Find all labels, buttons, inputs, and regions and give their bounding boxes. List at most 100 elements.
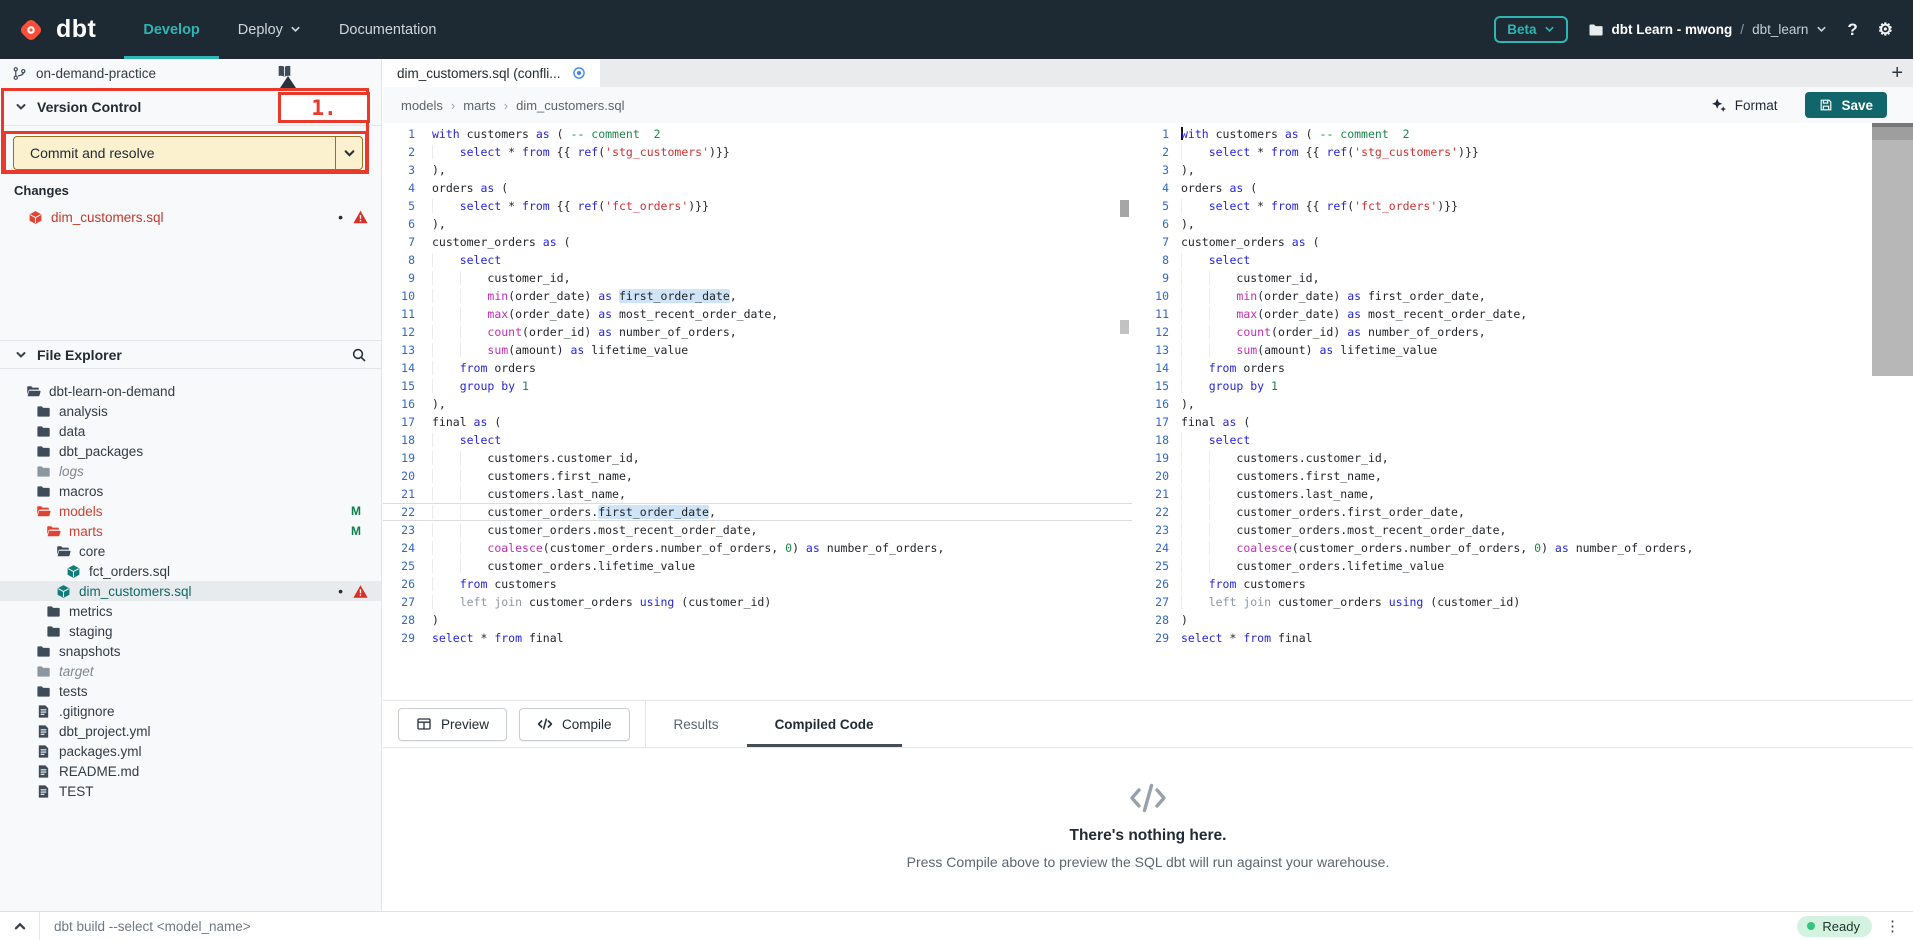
tree-item-TEST[interactable]: TEST [0, 781, 381, 801]
search-icon[interactable] [351, 347, 367, 363]
code-text: coalesce(customer_orders.number_of_order… [424, 539, 944, 557]
commit-and-resolve-button[interactable]: Commit and resolve [13, 136, 363, 170]
tree-item-dim_customers.sql[interactable]: dim_customers.sql• [0, 581, 381, 601]
help-icon[interactable]: ? [1847, 20, 1857, 40]
breadcrumb-models[interactable]: models [401, 98, 443, 113]
command-bar-toggle[interactable] [0, 912, 40, 940]
dbt-logo[interactable]: dbt [0, 0, 124, 59]
tree-item-tests[interactable]: tests [0, 681, 381, 701]
tree-item-analysis[interactable]: analysis [0, 401, 381, 421]
tree-item-staging[interactable]: staging [0, 621, 381, 641]
tab-results[interactable]: Results [646, 701, 747, 747]
code-line-22: 22 customer_orders.first_order_date, [1150, 503, 1913, 521]
tree-item-snapshots[interactable]: snapshots [0, 641, 381, 661]
line-number: 6 [383, 215, 424, 233]
left-pane-scrollbar[interactable] [1119, 123, 1130, 700]
unsaved-dot-icon: • [338, 584, 343, 598]
code-line-8: 8 select [1150, 251, 1913, 269]
line-number: 4 [1150, 179, 1174, 197]
compile-button[interactable]: Compile [519, 708, 630, 741]
chevron-down-icon [290, 24, 301, 35]
editor-pane-left[interactable]: 1with customers as ( -- comment 22 selec… [383, 123, 1132, 700]
code-line-3: 3), [383, 161, 1132, 179]
code-line-2: 2 select * from {{ ref('stg_customers')}… [1150, 143, 1913, 161]
save-button[interactable]: Save [1805, 92, 1887, 118]
tree-item-marts[interactable]: martsM [0, 521, 381, 541]
code-line-28: 28) [383, 611, 1132, 629]
code-text: customers.customer_id, [424, 449, 640, 467]
git-branch-row[interactable]: on-demand-practice [0, 59, 381, 88]
kebab-menu-icon[interactable]: ⋮ [1885, 917, 1900, 935]
line-number: 25 [1150, 557, 1174, 575]
tree-item-dbt_project.yml[interactable]: dbt_project.yml [0, 721, 381, 741]
save-icon [1819, 98, 1833, 112]
command-input[interactable]: dbt build --select <model_name> [40, 919, 1797, 934]
code-line-5: 5 select * from {{ ref('fct_orders')}} [1150, 197, 1913, 215]
main-area: dim_customers.sql (confli... + models › … [383, 59, 1913, 911]
editor-pane-right[interactable]: 1with customers as ( -- comment 22 selec… [1150, 123, 1913, 700]
tree-item-dbt_packages[interactable]: dbt_packages [0, 441, 381, 461]
popover-arrow [280, 76, 296, 88]
breadcrumb-marts[interactable]: marts [463, 98, 496, 113]
project-selector[interactable]: dbt Learn - mwong / dbt_learn [1588, 22, 1828, 38]
code-text: customer_id, [1174, 269, 1320, 287]
tree-item-label: TEST [59, 784, 94, 799]
folder-open-icon [26, 384, 41, 399]
folder-icon [36, 464, 51, 479]
code-line-23: 23 customer_orders.most_recent_order_dat… [1150, 521, 1913, 539]
dbt-logo-text: dbt [56, 15, 96, 44]
compile-label: Compile [562, 717, 612, 732]
editor-tabbar: dim_customers.sql (confli... + [383, 59, 1913, 87]
file-icon [36, 764, 51, 779]
file-explorer-header[interactable]: File Explorer [0, 340, 381, 369]
file-icon [36, 744, 51, 759]
tree-item-label: core [79, 544, 105, 559]
tree-item-fct_orders.sql[interactable]: fct_orders.sql [0, 561, 381, 581]
gear-icon[interactable]: ⚙ [1878, 20, 1893, 40]
new-tab-button[interactable]: + [1891, 59, 1903, 87]
right-pane-scrollbar[interactable] [1872, 123, 1913, 376]
code-line-18: 18 select [383, 431, 1132, 449]
code-line-17: 17final as ( [383, 413, 1132, 431]
code-line-25: 25 customer_orders.lifetime_value [383, 557, 1132, 575]
code-line-15: 15 group by 1 [1150, 377, 1913, 395]
folder-icon [1588, 22, 1604, 38]
line-number: 13 [1150, 341, 1174, 359]
cube-icon [56, 584, 71, 599]
preview-button[interactable]: Preview [398, 708, 507, 741]
breadcrumb-file[interactable]: dim_customers.sql [516, 98, 624, 113]
tree-item-macros[interactable]: macros [0, 481, 381, 501]
changes-item-dim_customers.sql[interactable]: dim_customers.sql• [0, 206, 381, 228]
tree-item-data[interactable]: data [0, 421, 381, 441]
version-control-header[interactable]: Version Control [0, 88, 381, 126]
folder-icon [36, 404, 51, 419]
tree-item-target[interactable]: target [0, 661, 381, 681]
tree-item-packages.yml[interactable]: packages.yml [0, 741, 381, 761]
code-line-27: 27 left join customer_orders using (cust… [383, 593, 1132, 611]
tree-item-dbt-learn-on-demand[interactable]: dbt-learn-on-demand [0, 381, 381, 401]
nav-develop[interactable]: Develop [124, 0, 218, 59]
code-line-16: 16), [1150, 395, 1913, 413]
code-text: group by 1 [1174, 377, 1278, 395]
line-number: 4 [383, 179, 424, 197]
nav-deploy[interactable]: Deploy [219, 0, 320, 59]
format-button[interactable]: Format [1711, 97, 1778, 113]
tab-dim-customers[interactable]: dim_customers.sql (confli... [383, 59, 600, 87]
tree-item-metrics[interactable]: metrics [0, 601, 381, 621]
tree-item-logs[interactable]: logs [0, 461, 381, 481]
tree-item-label: README.md [59, 764, 139, 779]
tree-item-.gitignore[interactable]: .gitignore [0, 701, 381, 721]
tree-item-core[interactable]: core [0, 541, 381, 561]
tree-item-README.md[interactable]: README.md [0, 761, 381, 781]
code-text: ), [424, 395, 446, 413]
beta-badge[interactable]: Beta [1494, 16, 1567, 43]
code-text: customers.last_name, [1174, 485, 1375, 503]
tree-item-models[interactable]: modelsM [0, 501, 381, 521]
code-text: customer_orders.most_recent_order_date, [1174, 521, 1506, 539]
line-number: 3 [1150, 161, 1174, 179]
line-number: 15 [383, 377, 424, 395]
nav-documentation[interactable]: Documentation [320, 0, 456, 59]
folder-open-icon [56, 544, 71, 559]
tab-compiled-code[interactable]: Compiled Code [747, 701, 902, 747]
commit-dropdown-toggle[interactable] [335, 137, 362, 169]
